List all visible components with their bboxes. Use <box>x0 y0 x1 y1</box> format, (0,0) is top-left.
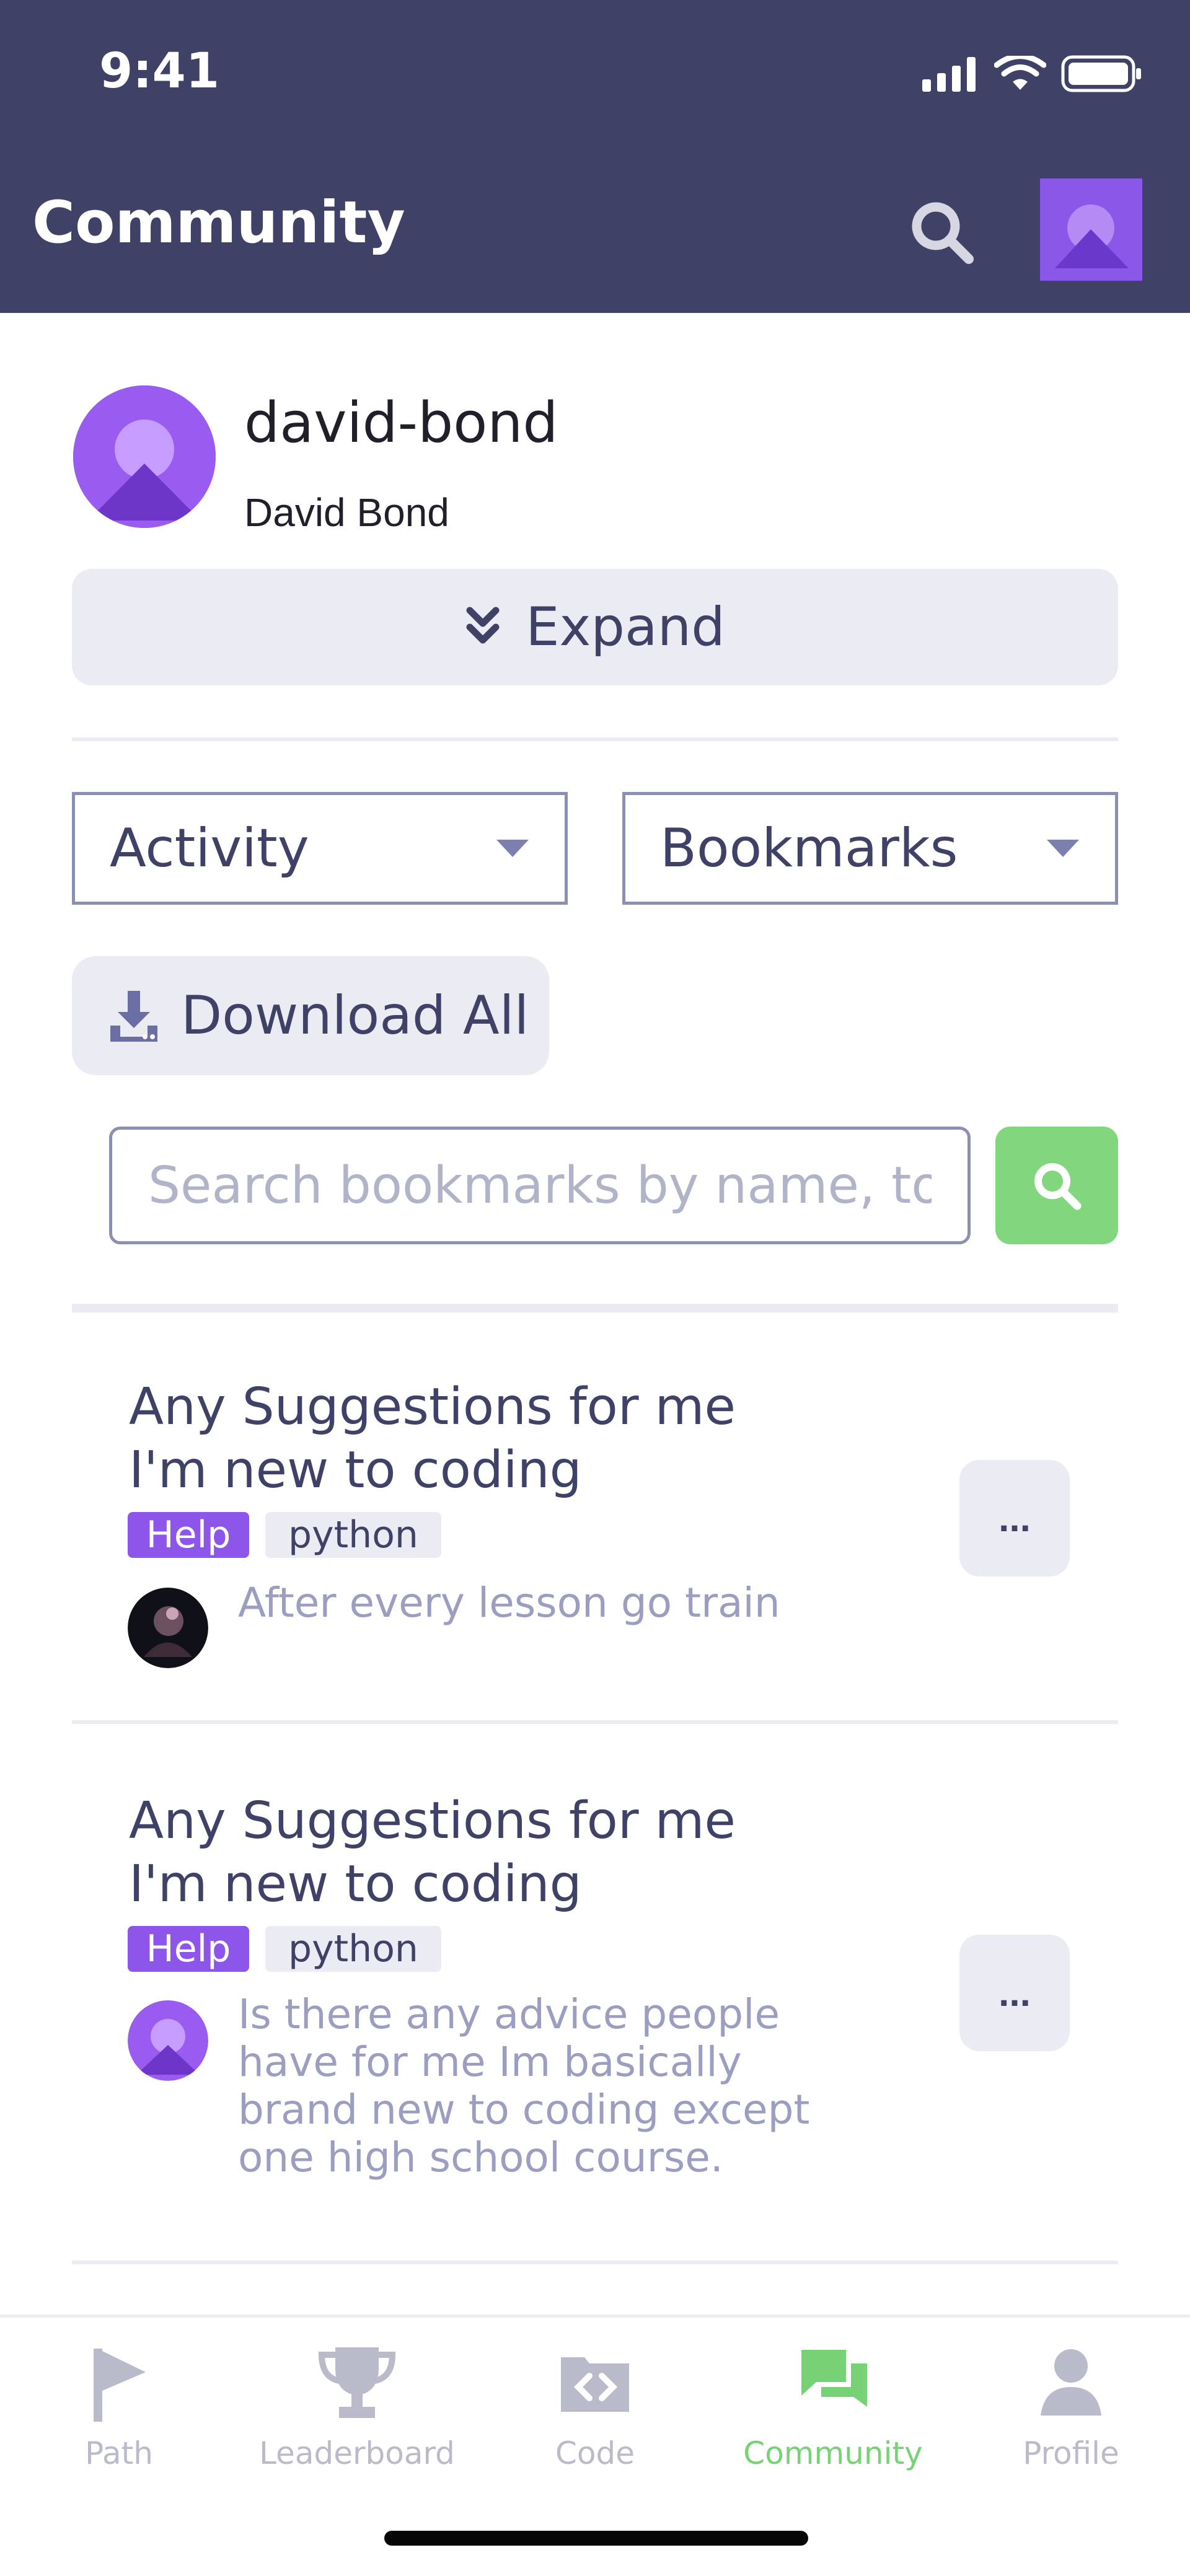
tag-help[interactable]: Help <box>128 1926 249 1972</box>
tab-code[interactable]: Code <box>476 2318 714 2485</box>
tab-label: Community <box>743 2435 923 2471</box>
tab-leaderboard[interactable]: Leaderboard <box>238 2318 476 2485</box>
bookmarks-select-value: Bookmarks <box>660 817 958 879</box>
search-button[interactable] <box>995 1127 1118 1244</box>
avatar-icon[interactable] <box>1040 178 1142 281</box>
search-icon[interactable] <box>905 195 979 270</box>
download-icon <box>110 991 157 1042</box>
trophy-icon <box>318 2347 396 2418</box>
tab-community[interactable]: Community <box>714 2318 952 2485</box>
tab-path[interactable]: Path <box>0 2318 238 2485</box>
battery-icon <box>1061 55 1141 92</box>
divider <box>72 1304 1118 1312</box>
download-all-button[interactable]: Download All <box>72 956 549 1075</box>
search-input[interactable] <box>109 1127 971 1244</box>
chevron-down-icon <box>496 840 529 857</box>
status-bar: 9:41 <box>0 0 1190 127</box>
code-icon <box>561 2357 629 2412</box>
status-time: 9:41 <box>99 43 220 99</box>
profile-icon <box>1041 2349 1101 2416</box>
more-options-button[interactable]: ... <box>959 1460 1070 1576</box>
chat-icon <box>801 2350 867 2407</box>
download-label: Download All <box>181 985 529 1047</box>
tab-label: Profile <box>1023 2435 1119 2471</box>
post-excerpt: Is there any advice people have for me I… <box>238 1990 810 2181</box>
activity-select-value: Activity <box>110 817 309 879</box>
post-title[interactable]: Any Suggestions for me I'm new to coding <box>129 1790 873 1916</box>
tag-help[interactable]: Help <box>128 1512 249 1558</box>
post-excerpt: After every lesson go train <box>238 1579 780 1627</box>
status-icons <box>922 55 1143 93</box>
bookmarks-select[interactable]: Bookmarks <box>622 792 1118 905</box>
tab-label: Leaderboard <box>259 2435 455 2471</box>
full-name: David Bond <box>244 490 449 535</box>
more-options-button[interactable]: ... <box>959 1935 1070 2051</box>
divider <box>72 737 1118 741</box>
home-indicator[interactable] <box>384 2531 808 2546</box>
username: david-bond <box>244 390 558 455</box>
user-avatar[interactable] <box>128 2000 208 2081</box>
user-avatar[interactable] <box>128 1588 208 1668</box>
expand-button[interactable]: Expand <box>72 569 1118 685</box>
divider <box>72 2261 1118 2264</box>
wifi-icon <box>994 56 1046 90</box>
chevron-down-icon <box>1047 840 1079 857</box>
activity-select[interactable]: Activity <box>72 792 568 905</box>
expand-label: Expand <box>526 596 725 658</box>
signal-icon <box>922 57 976 92</box>
tag-python[interactable]: python <box>265 1926 441 1972</box>
tab-label: Path <box>85 2435 153 2471</box>
tag-python[interactable]: python <box>265 1512 441 1558</box>
tab-profile[interactable]: Profile <box>952 2318 1190 2485</box>
divider <box>72 1720 1118 1724</box>
post-title[interactable]: Any Suggestions for me I'm new to coding <box>129 1376 873 1502</box>
flag-icon <box>94 2349 146 2422</box>
chevron-down-icon <box>466 607 500 644</box>
avatar[interactable] <box>73 385 216 528</box>
search-icon <box>1034 1163 1082 1210</box>
app-header: Community <box>0 127 1190 313</box>
page-title: Community <box>32 189 405 257</box>
tab-label: Code <box>555 2435 635 2471</box>
